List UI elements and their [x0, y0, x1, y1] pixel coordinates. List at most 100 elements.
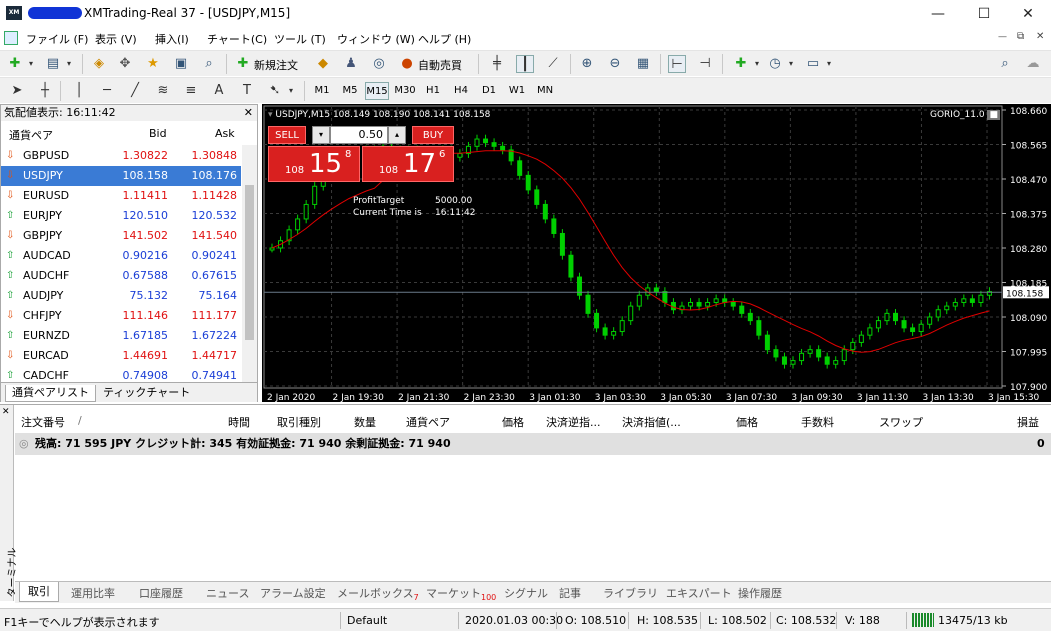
chart-shift-icon[interactable]: ⊣ [696, 55, 714, 73]
auto-scroll-icon[interactable]: ⊢ [668, 55, 686, 73]
col-order[interactable]: 注文番号 [21, 414, 65, 430]
col-volume[interactable]: 数量 [354, 414, 376, 430]
col-profit[interactable]: 損益 [1017, 414, 1039, 430]
col-time[interactable]: 時間 [228, 414, 250, 430]
tf-m5[interactable]: M5 [338, 82, 362, 100]
zoom-in-icon[interactable]: ⊕ [578, 55, 596, 73]
favorites-icon[interactable]: ★ [144, 55, 162, 73]
lot-down-icon[interactable]: ▾ [312, 126, 330, 144]
menu-help[interactable]: ヘルプ (H) [418, 31, 471, 47]
crosshair-icon[interactable]: ┼ [36, 82, 54, 100]
auto-trading-icon[interactable]: ● [398, 55, 416, 73]
scroll-thumb[interactable] [245, 185, 254, 340]
close-icon[interactable]: ✕ [244, 105, 253, 121]
sell-price-button[interactable]: 108 15 8 [268, 146, 360, 182]
market-watch-row[interactable]: ⇧ EURNZD 1.67185 1.67224 [1, 326, 241, 346]
market-watch-row[interactable]: ⇩ CHFJPY 111.146 111.177 [1, 306, 241, 326]
tf-d1[interactable]: D1 [477, 82, 501, 100]
tab-mailbox[interactable]: メールボックス7 [337, 585, 419, 602]
tab-symbols[interactable]: 通貨ペアリスト [5, 385, 96, 402]
tf-h1[interactable]: H1 [421, 82, 445, 100]
col-bid[interactable]: Bid [149, 127, 167, 140]
col-symbol[interactable]: 通貨ペア [406, 414, 450, 430]
balance-row[interactable]: ◎ 残高: 71 595 JPY クレジット計: 345 有効証拠金: 71 9… [15, 433, 1051, 455]
col-current-price[interactable]: 価格 [736, 414, 758, 430]
close-button[interactable]: ✕ [1005, 0, 1051, 28]
col-ask[interactable]: Ask [215, 127, 235, 140]
tab-alerts[interactable]: アラーム設定 [260, 585, 326, 601]
buy-button[interactable]: BUY [412, 126, 454, 144]
tile-windows-icon[interactable]: ▦ [634, 55, 652, 73]
menu-tools[interactable]: ツール (T) [274, 31, 326, 47]
col-stop-loss[interactable]: 決済逆指... [546, 414, 601, 430]
bar-chart-icon[interactable]: ╪ [488, 55, 506, 73]
menu-view[interactable]: 表示 (V) [95, 31, 137, 47]
market-watch-row[interactable]: ⇩ EURCAD 1.44691 1.44717 [1, 346, 241, 366]
mdi-restore-icon[interactable]: ⧉ [1017, 31, 1024, 42]
sell-button[interactable]: SELL [268, 126, 306, 144]
minimize-button[interactable]: — [915, 0, 961, 28]
tab-tick-chart[interactable]: ティックチャート [97, 385, 196, 402]
strategy-tester-icon[interactable]: ⌕ [200, 55, 218, 73]
text-icon[interactable]: A [210, 82, 228, 100]
new-order-icon[interactable]: ✚ [234, 55, 252, 73]
tab-library[interactable]: ライブラリ [603, 585, 658, 601]
buy-price-button[interactable]: 108 17 6 [362, 146, 454, 182]
mdi-close-icon[interactable]: ✕ [1036, 31, 1044, 42]
data-window-icon[interactable]: ▣ [172, 55, 190, 73]
col-type[interactable]: 取引種別 [277, 414, 321, 430]
market-watch-row[interactable]: ⇧ AUDCHF 0.67588 0.67615 [1, 266, 241, 286]
market-watch-row[interactable]: ⇩ GBPUSD 1.30822 1.30848 [1, 146, 241, 166]
dropdown-arrow-icon[interactable]: ▾ [782, 55, 800, 73]
fibonacci-icon[interactable]: ≡ [182, 82, 200, 100]
tf-m15[interactable]: M15 [365, 82, 389, 100]
tab-trade[interactable]: 取引 [19, 582, 59, 602]
tab-journal[interactable]: 操作履歴 [738, 585, 782, 601]
dropdown-arrow-icon[interactable]: ▾ [820, 55, 838, 73]
dropdown-arrow-icon[interactable]: ▾ [748, 55, 766, 73]
menu-chart[interactable]: チャート(C) [207, 31, 267, 47]
col-swap[interactable]: スワップ [879, 414, 923, 430]
tf-m30[interactable]: M30 [393, 82, 417, 100]
vps-icon[interactable]: ◎ [370, 55, 388, 73]
close-icon[interactable]: ✕ [2, 407, 10, 417]
search-icon[interactable]: ⌕ [996, 55, 1014, 73]
profile-name[interactable]: Default [347, 614, 387, 627]
tf-mn[interactable]: MN [533, 82, 557, 100]
equidistant-channel-icon[interactable]: ≋ [154, 82, 172, 100]
market-watch-row[interactable]: ⇩ USDJPY 108.158 108.176 [1, 166, 241, 186]
text-label-icon[interactable]: T [238, 82, 256, 100]
tab-exposure[interactable]: 運用比率 [71, 585, 115, 601]
chart-window[interactable]: 108.660 108.565 108.470 108.375 108.280 108.1… [262, 104, 1051, 402]
connection-icon[interactable] [912, 613, 934, 627]
tab-experts[interactable]: エキスパート [666, 585, 732, 601]
col-price[interactable]: 価格 [502, 414, 524, 430]
tf-m1[interactable]: M1 [310, 82, 334, 100]
new-order-button[interactable]: 新規注文 [254, 57, 298, 73]
col-symbol[interactable]: 通貨ペア [9, 127, 53, 143]
vertical-line-icon[interactable]: │ [70, 82, 88, 100]
tab-articles[interactable]: 記事 [559, 585, 581, 601]
market-watch-scrollbar[interactable] [242, 145, 257, 385]
menu-file[interactable]: ファイル (F) [26, 31, 88, 47]
menu-window[interactable]: ウィンドウ (W) [337, 31, 415, 47]
lot-size-input[interactable]: 0.50 [330, 126, 388, 144]
cursor-icon[interactable]: ➤ [8, 82, 26, 100]
tab-news[interactable]: ニュース [206, 585, 249, 601]
line-chart-icon[interactable]: ⟋ [544, 55, 562, 73]
lot-up-icon[interactable]: ▴ [388, 126, 406, 144]
chart-window-icon[interactable] [4, 31, 18, 45]
mdi-minimize-icon[interactable]: — [998, 32, 1007, 42]
menu-insert[interactable]: 挿入(I) [155, 31, 189, 47]
zoom-out-icon[interactable]: ⊖ [606, 55, 624, 73]
market-watch-row[interactable]: ⇧ AUDJPY 75.132 75.164 [1, 286, 241, 306]
market-watch-row[interactable]: ⇧ EURJPY 120.510 120.532 [1, 206, 241, 226]
navigator-icon[interactable]: ✥ [116, 55, 134, 73]
col-take-profit[interactable]: 決済指値(... [622, 414, 681, 430]
market-watch-row[interactable]: ⇩ EURUSD 1.11411 1.11428 [1, 186, 241, 206]
tab-signals[interactable]: シグナル [504, 585, 548, 601]
dropdown-arrow-icon[interactable]: ▾ [282, 82, 300, 100]
tf-h4[interactable]: H4 [449, 82, 473, 100]
horizontal-line-icon[interactable]: ─ [98, 82, 116, 100]
dropdown-arrow-icon[interactable]: ▾ [22, 55, 40, 73]
